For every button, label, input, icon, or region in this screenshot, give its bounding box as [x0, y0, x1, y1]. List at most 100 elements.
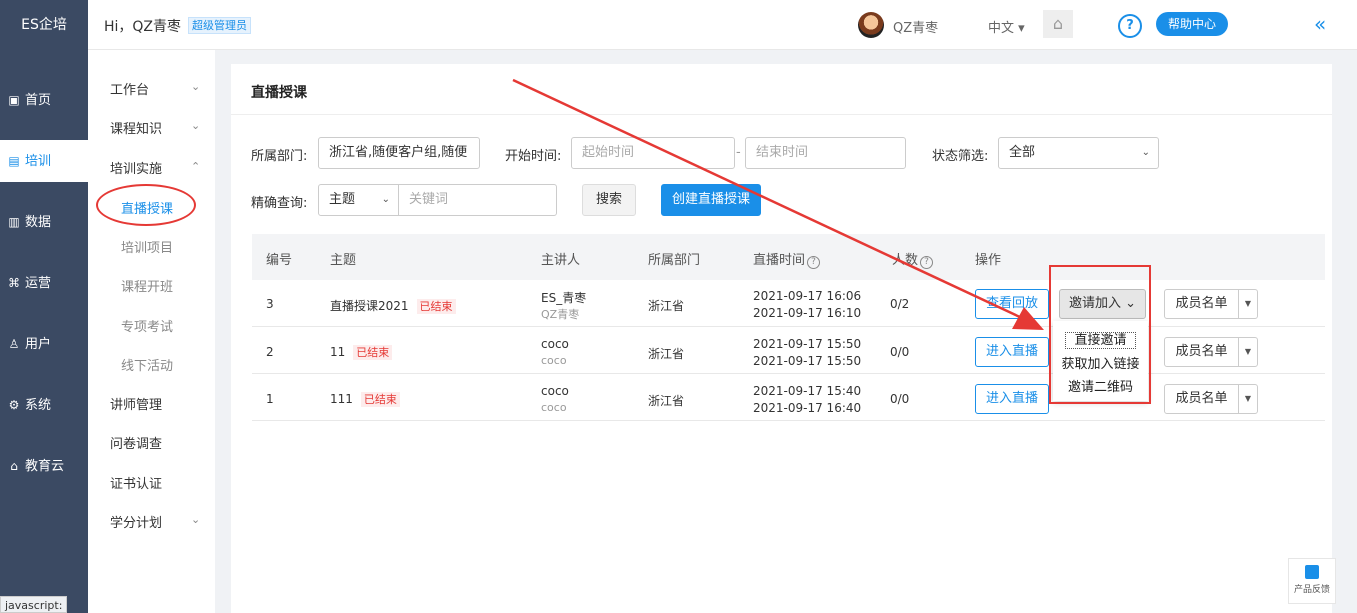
topic-text: 直播授课2021 — [330, 299, 409, 313]
top-header: Hi，QZ青枣 超级管理员 QZ青枣 中文 ▾ ⌂ ? 帮助中心 « — [88, 0, 1357, 50]
col-count: 人数? — [892, 249, 934, 269]
cell-dept: 浙江省 — [648, 299, 685, 313]
cell-speaker-sub: coco — [541, 354, 567, 367]
cell-count: 0/2 — [890, 297, 910, 311]
table-row: 3 直播授课2021 已结束 ES_青枣 QZ青枣 浙江省 2021-09-17 … — [252, 280, 1325, 327]
browser-status-bar: javascript: — [0, 596, 68, 613]
cell-end-time: 2021-09-17 15:50 — [753, 354, 862, 368]
enter-live-button[interactable]: 进入直播 — [975, 337, 1049, 367]
chevron-down-icon: ⌄ — [381, 194, 390, 205]
submenu-course-knowledge[interactable]: 课程知识 — [110, 118, 162, 137]
caret-down-icon[interactable]: ▼ — [1238, 289, 1258, 319]
home-icon[interactable]: ⌂ — [1043, 10, 1073, 38]
chevron-down-icon[interactable]: ⌄ — [191, 119, 200, 132]
chevron-down-icon[interactable]: ⌄ — [191, 80, 200, 93]
operations-icon: ⌘ — [8, 276, 20, 290]
cell-end-time: 2021-09-17 16:10 — [753, 306, 862, 320]
nav-item-edu-cloud[interactable]: ⌂ 教育云 — [0, 445, 88, 487]
nav-item-home[interactable]: ▣ 首页 — [0, 79, 88, 121]
cell-id: 3 — [266, 297, 274, 311]
nav-item-training[interactable]: ▤ 培训 — [0, 140, 88, 182]
feedback-icon — [1305, 565, 1319, 579]
nav-item-users[interactable]: ♙ 用户 — [0, 323, 88, 365]
help-center-button[interactable]: 帮助中心 — [1156, 12, 1228, 36]
brand-logo[interactable]: ES企培 — [0, 0, 88, 50]
annotation-box — [1049, 265, 1151, 404]
query-field-value: 主题 — [329, 192, 356, 207]
dept-input[interactable]: 浙江省,随便客户组,随便 — [318, 137, 480, 169]
main-card: 直播授课 所属部门: 浙江省,随便客户组,随便 开始时间: 起始时间 - 结束时… — [231, 64, 1332, 613]
cell-speaker: coco — [541, 384, 569, 398]
cell-topic: 111 已结束 — [330, 392, 400, 407]
enter-live-button[interactable]: 进入直播 — [975, 384, 1049, 414]
start-time-label: 开始时间: — [505, 149, 562, 164]
table-row: 1 111 已结束 coco coco 浙江省 2021-09-17 15:40 … — [252, 374, 1325, 421]
nav-label: 用户 — [25, 337, 52, 352]
col-actions: 操作 — [975, 253, 1002, 268]
info-icon[interactable]: ? — [920, 256, 934, 269]
col-speaker: 主讲人 — [541, 253, 581, 268]
cell-start-time: 2021-09-17 15:50 — [753, 337, 862, 351]
nav-item-data[interactable]: ▥ 数据 — [0, 201, 88, 243]
nav-label: 系统 — [25, 398, 52, 413]
chevron-down-icon: ⌄ — [1141, 147, 1150, 158]
submenu-offline-activity[interactable]: 线下活动 — [121, 355, 173, 374]
nav-item-operations[interactable]: ⌘ 运营 — [0, 262, 88, 304]
submenu-course-class[interactable]: 课程开班 — [121, 276, 173, 295]
submenu-survey[interactable]: 问卷调查 — [110, 433, 162, 452]
status-filter-label: 状态筛选: — [932, 149, 989, 164]
chevron-up-icon[interactable]: ⌃ — [191, 160, 200, 173]
submenu-special-exam[interactable]: 专项考试 — [121, 316, 173, 335]
keyword-input[interactable]: 关键词 — [398, 184, 557, 216]
question-icon[interactable]: ? — [1118, 14, 1142, 38]
username[interactable]: QZ青枣 — [893, 17, 938, 36]
start-time-input[interactable]: 起始时间 — [571, 137, 735, 169]
status-filter-select[interactable]: 全部 ⌄ — [998, 137, 1159, 169]
feedback-label: 产品反馈 — [1293, 585, 1330, 595]
chart-icon: ▥ — [8, 215, 20, 229]
member-list-button[interactable]: 成员名单 — [1164, 384, 1239, 414]
dashboard-icon: ▣ — [8, 93, 20, 107]
search-button[interactable]: 搜索 — [582, 184, 636, 216]
end-time-input[interactable]: 结束时间 — [745, 137, 906, 169]
dept-label: 所属部门: — [251, 149, 308, 164]
nav-label: 首页 — [25, 93, 52, 108]
query-field-select[interactable]: 主题 ⌄ — [318, 184, 399, 216]
chevron-down-icon[interactable]: ⌄ — [191, 513, 200, 526]
caret-down-icon[interactable]: ▼ — [1238, 384, 1258, 414]
col-live-time: 直播时间? — [753, 249, 821, 269]
status-badge: 已结束 — [360, 392, 400, 407]
left-nav: ES企培 ▣ 首页 ▤ 培训 ▥ 数据 ⌘ 运营 ♙ 用户 ⚙ 系统 ⌂ 教育云 — [0, 0, 88, 613]
caret-down-icon[interactable]: ▼ — [1238, 337, 1258, 367]
cell-start-time: 2021-09-17 16:06 — [753, 289, 862, 303]
annotation-circle — [96, 184, 196, 226]
range-dash: - — [736, 145, 741, 160]
info-icon[interactable]: ? — [807, 256, 821, 269]
create-live-button[interactable]: 创建直播授课 — [661, 184, 761, 216]
cell-dept: 浙江省 — [648, 347, 685, 361]
avatar[interactable] — [858, 12, 884, 38]
col-topic: 主题 — [330, 253, 357, 268]
cell-dept: 浙江省 — [648, 394, 685, 408]
nav-item-system[interactable]: ⚙ 系统 — [0, 384, 88, 426]
page-title: 直播授课 — [251, 85, 307, 101]
divider — [231, 114, 1332, 115]
member-list-button[interactable]: 成员名单 — [1164, 337, 1239, 367]
feedback-button[interactable]: 产品反馈 — [1288, 558, 1336, 604]
submenu-credit-plan[interactable]: 学分计划 — [110, 512, 162, 531]
submenu-lecturer-mgmt[interactable]: 讲师管理 — [110, 394, 162, 413]
language-selector[interactable]: 中文 ▾ — [988, 17, 1025, 36]
member-list-button[interactable]: 成员名单 — [1164, 289, 1239, 319]
cell-count: 0/0 — [890, 392, 910, 406]
view-replay-button[interactable]: 查看回放 — [975, 289, 1049, 319]
submenu-certificate[interactable]: 证书认证 — [110, 473, 162, 492]
status-badge: 已结束 — [353, 345, 393, 360]
cell-topic: 11 已结束 — [330, 345, 393, 360]
collapse-icon[interactable]: « — [1314, 12, 1326, 36]
submenu-workbench[interactable]: 工作台 — [110, 79, 149, 98]
submenu-training-project[interactable]: 培训项目 — [121, 237, 173, 256]
nav-label: 培训 — [25, 154, 52, 169]
status-filter-value: 全部 — [1009, 145, 1036, 160]
exact-query-label: 精确查询: — [251, 196, 308, 211]
submenu-training-impl[interactable]: 培训实施 — [110, 158, 162, 177]
